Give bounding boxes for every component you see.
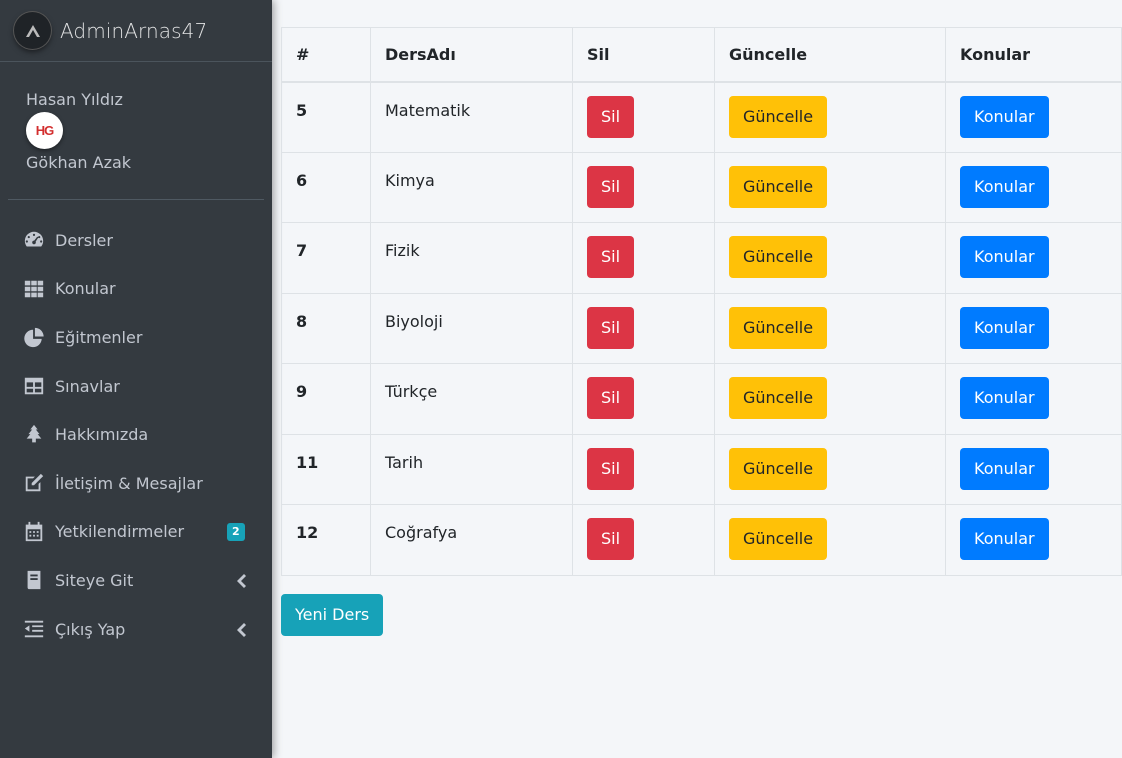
chevron-left-icon — [236, 622, 246, 638]
user-panel: Hasan Yıldız HG Gökhan Azak — [8, 62, 264, 200]
table-body: 5 Matematik Sil Güncelle Konular 6 Kimya… — [281, 81, 1122, 576]
user-name-secondary[interactable]: Gökhan Azak — [26, 153, 264, 173]
notification-badge: 2 — [227, 522, 245, 541]
calendar-icon — [22, 520, 45, 543]
topics-button[interactable]: Konular — [960, 306, 1049, 349]
table-row: 9 Türkçe Sil Güncelle Konular — [281, 363, 1122, 435]
edit-icon — [22, 472, 45, 495]
delete-button[interactable]: Sil — [587, 165, 635, 208]
update-button[interactable]: Güncelle — [729, 306, 828, 349]
sidebar-item-label: Dersler — [55, 230, 113, 250]
sidebar-item-siteye-git[interactable]: Siteye Git — [0, 556, 272, 605]
grid-icon — [22, 277, 45, 300]
sidebar-item-yetkilendirmeler[interactable]: Yetkilendirmeler 2 — [0, 508, 272, 557]
table-row: 6 Kimya Sil Güncelle Konular — [281, 151, 1122, 223]
column-header-name: DersAdı — [370, 27, 573, 83]
topics-button[interactable]: Konular — [960, 447, 1049, 490]
table-row: 5 Matematik Sil Güncelle Konular — [281, 81, 1122, 153]
avatar[interactable]: HG — [26, 112, 63, 149]
brand-link[interactable]: AdminArnas47 — [0, 0, 272, 62]
update-button[interactable]: Güncelle — [729, 236, 828, 278]
row-name: Matematik — [370, 81, 573, 153]
sidebar-item-cikis-yap[interactable]: Çıkış Yap — [0, 605, 272, 654]
row-id: 9 — [281, 363, 371, 435]
delete-button[interactable]: Sil — [587, 518, 635, 560]
update-button[interactable]: Güncelle — [729, 377, 828, 419]
sidebar-item-iletisim[interactable]: İletişim & Mesajlar — [0, 459, 272, 508]
tree-icon — [22, 423, 45, 446]
topics-button[interactable]: Konular — [960, 377, 1049, 419]
brand-name: AdminArnas47 — [60, 18, 208, 43]
delete-button[interactable]: Sil — [587, 377, 635, 419]
row-name: Tarih — [370, 433, 573, 505]
book-icon — [22, 569, 45, 592]
pie-chart-icon — [22, 326, 45, 349]
sidebar-item-label: Hakkımızda — [55, 425, 149, 445]
sidebar-item-label: Konular — [55, 279, 116, 299]
update-button[interactable]: Güncelle — [729, 447, 828, 490]
row-id: 11 — [281, 433, 371, 505]
delete-button[interactable]: Sil — [587, 447, 635, 490]
row-id: 5 — [281, 81, 371, 153]
main-content: # DersAdı Sil Güncelle Konular 5 Matemat… — [281, 27, 1122, 636]
sidebar-item-sinavlar[interactable]: Sınavlar — [0, 362, 272, 411]
row-name: Türkçe — [370, 363, 573, 435]
sidebar-item-label: İletişim & Mesajlar — [55, 473, 203, 493]
sidebar: AdminArnas47 Hasan Yıldız HG Gökhan Azak… — [0, 0, 272, 758]
row-id: 6 — [281, 151, 371, 223]
a-logo-icon — [14, 12, 51, 49]
avatar-text: HG — [35, 123, 54, 138]
sidebar-item-label: Sınavlar — [55, 376, 120, 396]
row-name: Biyoloji — [370, 292, 573, 364]
topics-button[interactable]: Konular — [960, 518, 1049, 560]
update-button[interactable]: Güncelle — [729, 165, 828, 208]
user-name-primary[interactable]: Hasan Yıldız — [26, 90, 264, 110]
topics-button[interactable]: Konular — [960, 165, 1049, 208]
topics-button[interactable]: Konular — [960, 236, 1049, 278]
table-row: 11 Tarih Sil Güncelle Konular — [281, 433, 1122, 505]
table-row: 12 Coğrafya Sil Güncelle Konular — [281, 504, 1122, 576]
column-header-delete: Sil — [572, 27, 715, 83]
row-id: 12 — [281, 504, 371, 576]
row-id: 8 — [281, 292, 371, 364]
delete-button[interactable]: Sil — [587, 95, 635, 138]
new-lesson-button[interactable]: Yeni Ders — [281, 593, 384, 636]
table-row: 7 Fizik Sil Güncelle Konular — [281, 222, 1122, 294]
sidebar-item-egitmenler[interactable]: Eğitmenler — [0, 313, 272, 362]
delete-button[interactable]: Sil — [587, 236, 635, 278]
chevron-left-icon — [236, 573, 246, 589]
row-name: Kimya — [370, 151, 573, 223]
row-name: Coğrafya — [370, 504, 573, 576]
update-button[interactable]: Güncelle — [729, 95, 828, 138]
sidebar-item-label: Siteye Git — [55, 570, 134, 590]
sidebar-item-dersler[interactable]: Dersler — [0, 216, 272, 265]
topics-button[interactable]: Konular — [960, 95, 1049, 138]
sidebar-item-label: Yetkilendirmeler — [55, 522, 185, 542]
row-name: Fizik — [370, 222, 573, 294]
sidebar-item-konular[interactable]: Konular — [0, 265, 272, 314]
column-header-id: # — [281, 27, 371, 83]
column-header-topics: Konular — [945, 27, 1122, 83]
sidebar-nav: Dersler Konular Eğitmenler Sınavlar Hakk… — [0, 200, 272, 653]
table-header-row: # DersAdı Sil Güncelle Konular — [281, 27, 1122, 83]
table-icon — [22, 375, 45, 398]
sidebar-item-hakkimizda[interactable]: Hakkımızda — [0, 410, 272, 459]
tachometer-icon — [22, 229, 45, 252]
row-id: 7 — [281, 222, 371, 294]
outdent-icon — [22, 618, 45, 641]
update-button[interactable]: Güncelle — [729, 518, 828, 560]
lessons-table: # DersAdı Sil Güncelle Konular 5 Matemat… — [281, 27, 1122, 576]
column-header-update: Güncelle — [714, 27, 946, 83]
sidebar-item-label: Eğitmenler — [55, 327, 143, 347]
sidebar-item-label: Çıkış Yap — [55, 619, 126, 639]
delete-button[interactable]: Sil — [587, 306, 635, 349]
table-row: 8 Biyoloji Sil Güncelle Konular — [281, 292, 1122, 364]
